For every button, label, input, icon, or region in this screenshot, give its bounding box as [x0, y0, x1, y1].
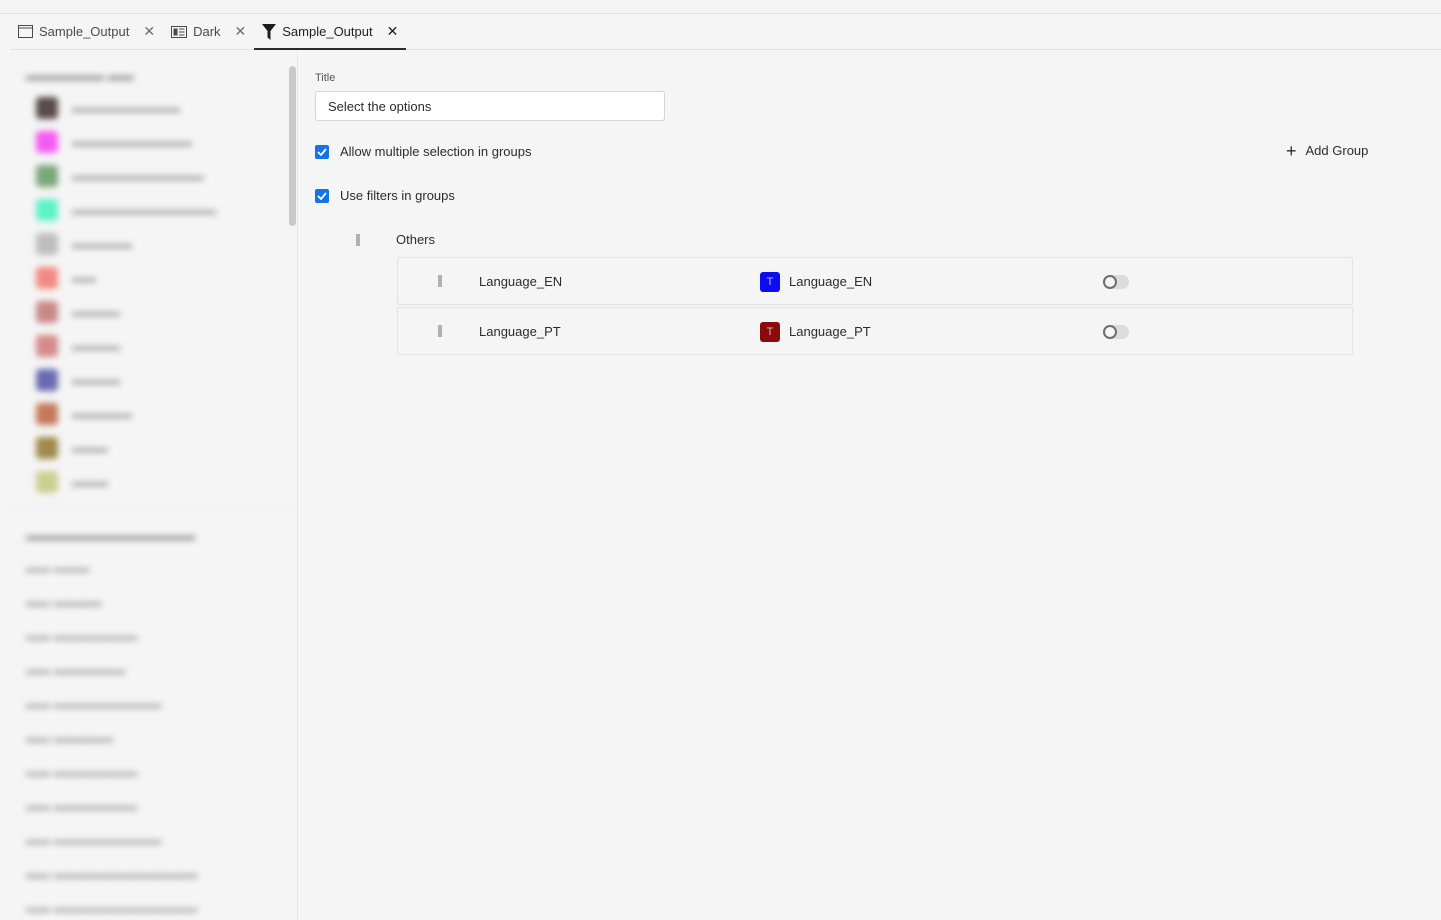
sidebar-list-item[interactable]: ▬▬ ▬▬▬▬▬▬▬ [10, 755, 297, 789]
sidebar-obscured-content: ▬▬▬▬▬▬ ▬▬ ▬▬▬▬▬▬▬▬▬ ▬▬▬▬▬▬▬▬▬▬ ▬▬▬▬▬▬▬▬▬▬▬… [10, 50, 297, 920]
sidebar-divider [10, 505, 297, 506]
sidebar-list-item[interactable]: ▬▬▬ [10, 465, 297, 499]
option-toggle[interactable] [1103, 275, 1129, 289]
color-swatch [36, 335, 58, 357]
sidebar-item-label: ▬▬▬ [72, 441, 108, 455]
sidebar-list-item[interactable]: ▬▬▬ [10, 431, 297, 465]
group-name: Others [396, 232, 436, 247]
main-panel: Title Allow multiple selection in groups… [298, 50, 1441, 920]
option-label: Language_PT [789, 324, 871, 339]
text-type-icon: T [766, 326, 774, 338]
color-swatch [36, 471, 58, 493]
use-filters-label: Use filters in groups [340, 188, 455, 203]
sidebar-list-item[interactable]: ▬▬▬▬▬ [10, 227, 297, 261]
tab-label: Sample_Output [282, 24, 373, 39]
sidebar-list-item[interactable]: ▬▬ ▬▬▬▬▬▬▬▬▬ [10, 687, 297, 721]
sidebar-list-item[interactable]: ▬▬▬▬ [10, 295, 297, 329]
color-swatch [36, 267, 58, 289]
sidebar-list-item[interactable]: ▬▬ [10, 261, 297, 295]
add-group-label: Add Group [1305, 143, 1369, 158]
sidebar-list-item[interactable]: ▬▬ ▬▬▬ [10, 551, 297, 585]
add-group-button[interactable]: + Add Group [1286, 140, 1369, 161]
sidebar-list-item[interactable]: ▬▬ ▬▬▬▬▬▬▬ [10, 789, 297, 823]
title-input[interactable] [315, 91, 665, 121]
sidebar-list-item[interactable]: ▬▬ ▬▬▬▬▬▬▬▬▬▬▬▬ [10, 891, 297, 920]
sidebar-item-label: ▬▬▬ [72, 475, 108, 489]
allow-multiple-checkbox-row[interactable]: Allow multiple selection in groups [315, 144, 531, 159]
sidebar-list-item[interactable]: ▬▬▬▬ [10, 363, 297, 397]
option-toggle[interactable] [1103, 325, 1129, 339]
sidebar-list-item[interactable]: ▬▬▬▬▬ [10, 397, 297, 431]
filter-icon [262, 23, 277, 40]
allow-multiple-checkbox[interactable] [315, 144, 329, 159]
text-type-icon: T [766, 276, 774, 288]
sidebar-item-label: ▬▬▬▬▬ [72, 407, 132, 421]
toggle-knob [1103, 275, 1117, 289]
sidebar-list-item[interactable]: ▬▬▬▬ [10, 329, 297, 363]
color-swatch [36, 199, 58, 221]
sidebar: ▬▬▬▬▬▬ ▬▬ ▬▬▬▬▬▬▬▬▬ ▬▬▬▬▬▬▬▬▬▬ ▬▬▬▬▬▬▬▬▬▬▬… [10, 50, 298, 920]
use-filters-checkbox-row[interactable]: Use filters in groups [315, 188, 455, 203]
sidebar-list-item[interactable]: ▬▬▬▬▬▬▬▬▬▬▬ [10, 159, 297, 193]
sidebar-item-label: ▬▬▬▬▬▬▬▬▬ [72, 101, 180, 115]
sidebar-item-label: ▬▬▬▬ [72, 305, 120, 319]
close-icon[interactable]: ✕ [387, 23, 399, 40]
color-swatch [36, 301, 58, 323]
color-swatch [36, 97, 58, 119]
group-option-row[interactable]: Language_PT T Language_PT [397, 307, 1353, 355]
tab-label: Sample_Output [39, 24, 130, 39]
color-swatch [36, 131, 58, 153]
group-header[interactable]: Others [356, 232, 435, 247]
sidebar-list-item[interactable]: ▬▬ ▬▬▬▬▬ [10, 721, 297, 755]
drag-handle-icon[interactable] [356, 233, 360, 246]
tab-dark[interactable]: Dark ✕ [163, 14, 254, 49]
sidebar-list-item[interactable]: ▬▬ ▬▬▬▬▬▬▬▬▬▬▬▬ [10, 857, 297, 891]
sidebar-item-label: ▬▬▬▬ [72, 373, 120, 387]
use-filters-checkbox[interactable] [315, 188, 329, 203]
sidebar-list-item[interactable]: ▬▬ ▬▬▬▬▬▬ [10, 653, 297, 687]
sidebar-list-item[interactable]: ▬▬ ▬▬▬▬ [10, 585, 297, 619]
sidebar-item-label: ▬▬▬▬ [72, 339, 120, 353]
layout-icon [171, 25, 188, 38]
sidebar-item-label: ▬▬▬▬▬▬▬▬▬▬ [72, 135, 192, 149]
color-swatch [36, 437, 58, 459]
allow-multiple-label: Allow multiple selection in groups [340, 144, 532, 159]
group-option-row[interactable]: Language_EN T Language_EN [397, 257, 1353, 305]
color-swatch [36, 233, 58, 255]
title-label: Title [315, 72, 336, 84]
sidebar-item-label: ▬▬▬▬▬▬▬▬▬▬▬▬ [72, 203, 216, 217]
option-name: Language_EN [479, 274, 563, 289]
sidebar-scrollbar[interactable] [289, 66, 296, 226]
sidebar-list-item[interactable]: ▬▬ ▬▬▬▬▬▬▬▬▬ [10, 823, 297, 857]
window-icon [18, 25, 33, 38]
option-name: Language_PT [479, 324, 561, 339]
sidebar-section-header: ▬▬▬▬▬▬▬▬▬▬▬▬▬ [26, 528, 195, 543]
checkmark-icon [317, 147, 327, 156]
close-icon[interactable]: ✕ [235, 23, 247, 40]
color-swatch [36, 165, 58, 187]
checkmark-icon [317, 191, 327, 200]
sidebar-list-item[interactable]: ▬▬▬▬▬▬▬▬▬▬ [10, 125, 297, 159]
color-swatch [36, 369, 58, 391]
color-swatch [36, 403, 58, 425]
sidebar-item-label: ▬▬▬▬▬ [72, 237, 132, 251]
sidebar-item-label: ▬▬ [72, 271, 96, 285]
close-icon[interactable]: ✕ [143, 23, 155, 40]
tab-sample-output-1[interactable]: Sample_Output ✕ [10, 14, 163, 49]
sidebar-list-item[interactable]: ▬▬▬▬▬▬▬▬▬ [10, 91, 297, 125]
sidebar-list-item[interactable]: ▬▬▬▬▬▬▬▬▬▬▬▬ [10, 193, 297, 227]
color-swatch[interactable]: T [760, 322, 780, 342]
toggle-knob [1103, 325, 1117, 339]
tab-sample-output-2[interactable]: Sample_Output ✕ [254, 14, 407, 50]
tab-label: Dark [193, 24, 221, 39]
option-label: Language_EN [789, 274, 873, 289]
drag-handle-icon[interactable] [438, 325, 442, 337]
sidebar-list-item[interactable]: ▬▬ ▬▬▬▬▬▬▬ [10, 619, 297, 653]
sidebar-item-label: ▬▬▬▬▬▬▬▬▬▬▬ [72, 169, 204, 183]
tab-bar: Sample_Output ✕ Dark ✕ Sample_Output ✕ [10, 14, 1441, 50]
drag-handle-icon[interactable] [438, 275, 442, 287]
color-swatch[interactable]: T [760, 272, 780, 292]
sidebar-section-header: ▬▬▬▬▬▬ ▬▬ [26, 68, 134, 83]
plus-icon: + [1286, 140, 1297, 161]
